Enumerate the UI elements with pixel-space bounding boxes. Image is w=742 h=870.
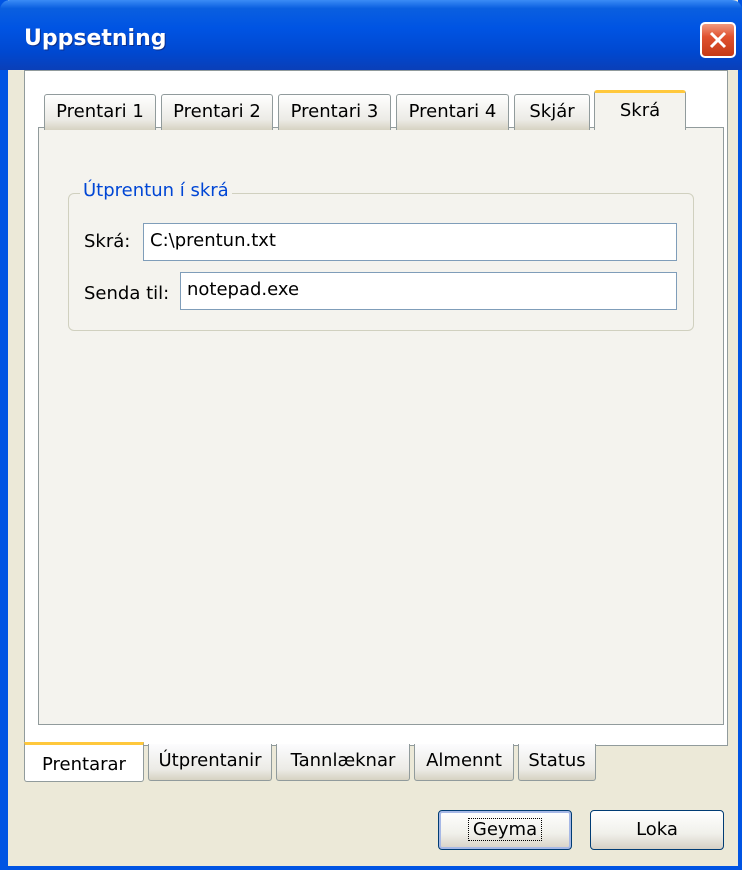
- tab-almennt[interactable]: Almennt: [414, 744, 514, 781]
- file-path-value: C:\prentun.txt: [150, 230, 276, 251]
- tab-label: Prentari 2: [173, 101, 261, 122]
- file-output-group: [68, 193, 694, 331]
- close-icon: [709, 31, 727, 49]
- tab-label: Prentari 1: [56, 101, 144, 122]
- tab-label: Prentari 4: [408, 101, 497, 122]
- tab-skjar[interactable]: Skjár: [514, 94, 590, 130]
- tab-prentari-3[interactable]: Prentari 3: [278, 94, 391, 130]
- close-button-label: Loka: [636, 819, 678, 840]
- close-button[interactable]: Loka: [590, 810, 724, 850]
- tab-label: Útprentanir: [158, 750, 262, 771]
- send-to-label: Senda til:: [84, 283, 170, 304]
- tab-tannlaeknar[interactable]: Tannlæknar: [276, 744, 410, 781]
- tab-label: Status: [528, 750, 586, 771]
- save-button[interactable]: Geyma: [438, 810, 572, 850]
- send-to-value: notepad.exe: [187, 279, 300, 300]
- tab-prentarar[interactable]: Prentarar: [24, 742, 144, 782]
- tab-label: Prentari 3: [290, 101, 379, 122]
- tab-prentari-4[interactable]: Prentari 4: [396, 94, 509, 130]
- tab-label: Skjár: [529, 101, 575, 122]
- tab-label: Prentarar: [42, 754, 126, 775]
- tab-utprentanir[interactable]: Útprentanir: [148, 744, 272, 781]
- tab-label: Tannlæknar: [290, 750, 396, 771]
- tab-label: Almennt: [426, 750, 502, 771]
- send-to-field[interactable]: notepad.exe: [180, 272, 677, 310]
- tab-prentari-1[interactable]: Prentari 1: [44, 94, 156, 130]
- group-title: Útprentun í skrá: [80, 180, 232, 201]
- window-title: Uppsetning: [24, 26, 167, 51]
- title-bar[interactable]: Uppsetning: [0, 0, 742, 70]
- save-button-label: Geyma: [467, 818, 543, 841]
- tab-status[interactable]: Status: [518, 744, 596, 781]
- close-window-button[interactable]: [700, 22, 736, 58]
- tab-label: Skrá: [619, 100, 661, 121]
- tab-prentari-2[interactable]: Prentari 2: [161, 94, 273, 130]
- file-path-field[interactable]: C:\prentun.txt: [143, 223, 677, 261]
- file-label: Skrá:: [84, 231, 131, 252]
- tab-skra[interactable]: Skrá: [594, 90, 686, 130]
